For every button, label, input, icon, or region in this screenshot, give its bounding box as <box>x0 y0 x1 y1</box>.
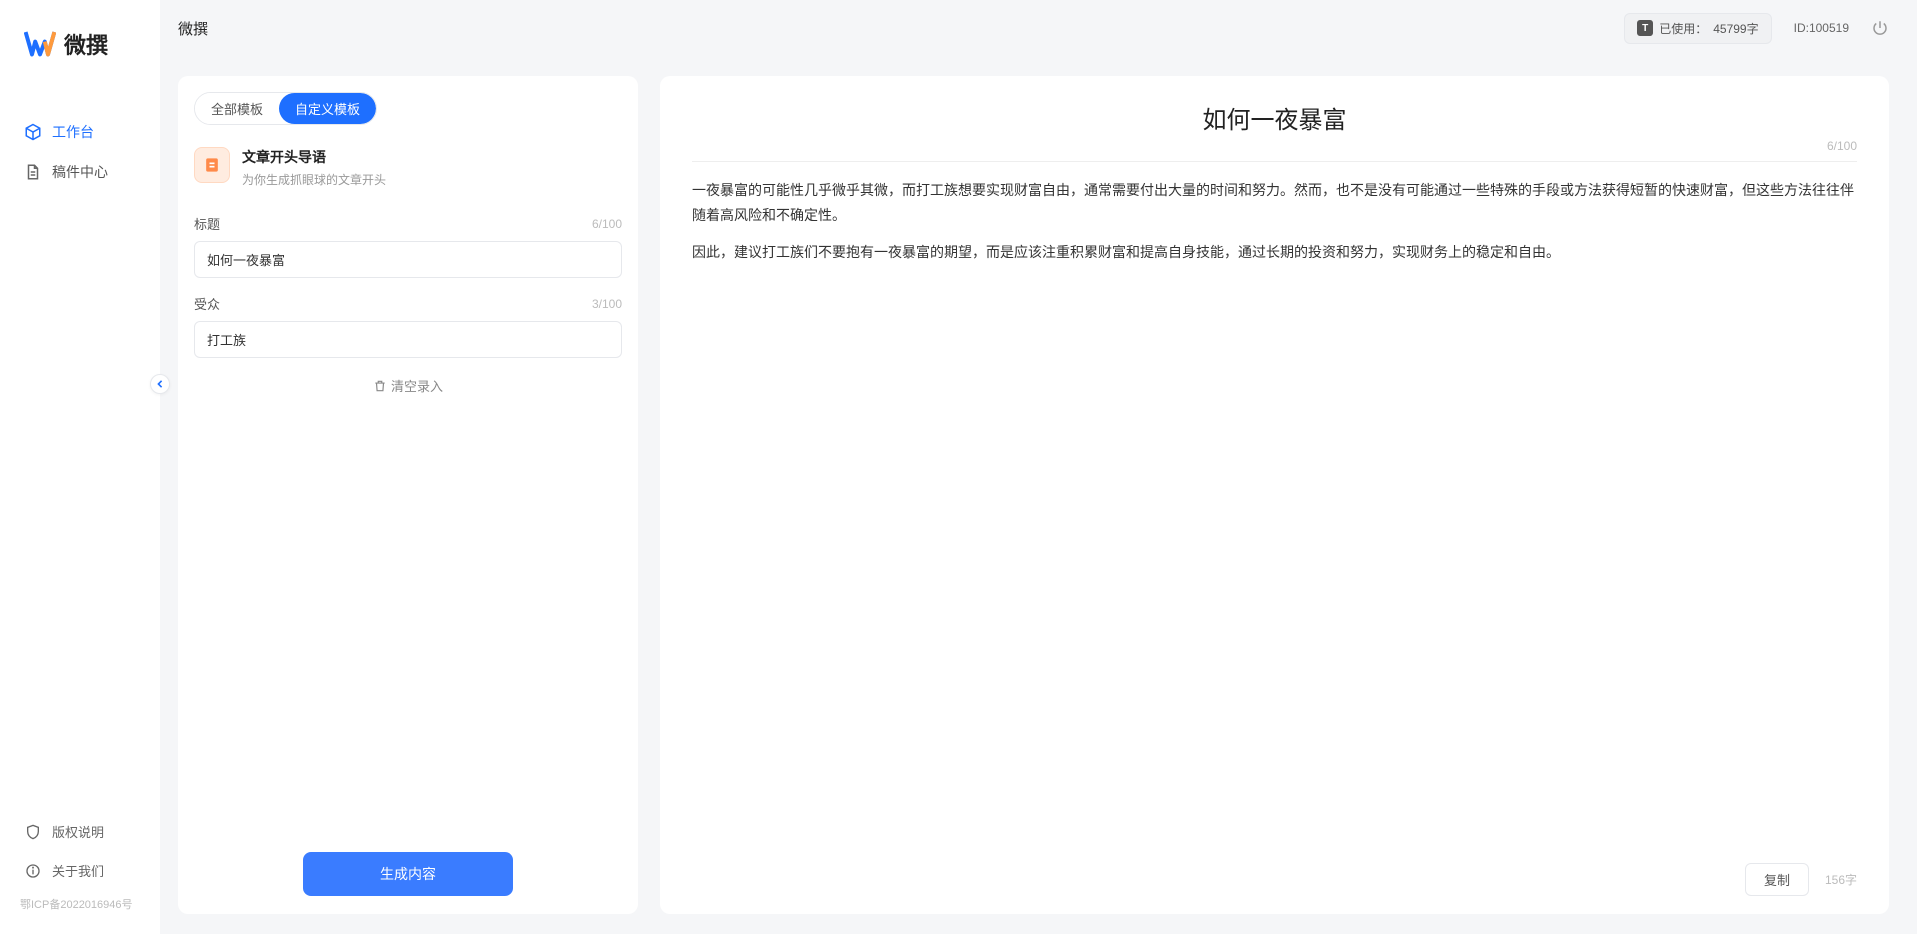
doc-paragraph: 一夜暴富的可能性几乎微乎其微，而打工族想要实现财富自由，通常需要付出大量的时间和… <box>692 178 1857 228</box>
sidebar: 微撰 工作台 稿件中心 版权说明 <box>0 0 160 934</box>
user-id: ID:100519 <box>1794 21 1849 35</box>
sidebar-nav: 工作台 稿件中心 <box>0 100 160 812</box>
trash-icon <box>373 379 387 393</box>
audience-input[interactable] <box>194 321 622 358</box>
usage-pill[interactable]: T 已使用： 45799字 <box>1624 13 1771 44</box>
sidebar-item-drafts[interactable]: 稿件中心 <box>0 152 160 192</box>
sidebar-item-label: 版权说明 <box>52 822 104 841</box>
doc-body: 一夜暴富的可能性几乎微乎其微，而打工族想要实现财富自由，通常需要付出大量的时间和… <box>692 178 1857 853</box>
audience-counter: 3/100 <box>592 297 622 311</box>
power-icon <box>1871 19 1889 37</box>
right-panel: 如何一夜暴富 6/100 一夜暴富的可能性几乎微乎其微，而打工族想要实现财富自由… <box>660 76 1889 914</box>
file-icon <box>202 155 222 175</box>
title-label: 标题 <box>194 214 220 233</box>
title-input[interactable] <box>194 241 622 278</box>
copy-button[interactable]: 复制 <box>1745 863 1809 896</box>
page-title: 微撰 <box>178 18 208 39</box>
document-icon <box>24 163 42 181</box>
generate-button[interactable]: 生成内容 <box>303 852 513 896</box>
sidebar-item-workbench[interactable]: 工作台 <box>0 112 160 152</box>
usage-value: 45799字 <box>1713 20 1758 37</box>
template-icon <box>194 147 230 183</box>
doc-title: 如何一夜暴富 <box>692 100 1857 135</box>
logo-icon <box>24 30 56 58</box>
header: 微撰 T 已使用： 45799字 ID:100519 <box>160 0 1917 56</box>
tab-custom-template[interactable]: 自定义模板 <box>279 93 376 124</box>
sidebar-collapse-toggle[interactable] <box>150 374 170 394</box>
usage-label: 已使用： <box>1659 20 1707 37</box>
template-title: 文章开头导语 <box>242 147 386 167</box>
tab-all-templates[interactable]: 全部模板 <box>195 93 279 124</box>
logo-text: 微撰 <box>64 28 108 60</box>
sidebar-item-about[interactable]: 关于我们 <box>0 851 160 890</box>
audience-label: 受众 <box>194 294 220 313</box>
text-icon: T <box>1637 20 1653 36</box>
clear-input-link[interactable]: 清空录入 <box>194 376 622 395</box>
word-count: 156字 <box>1825 871 1857 888</box>
sidebar-item-label: 关于我们 <box>52 861 104 880</box>
sidebar-item-label: 工作台 <box>52 122 94 142</box>
chevron-left-icon <box>156 380 164 388</box>
sidebar-item-copyright[interactable]: 版权说明 <box>0 812 160 851</box>
title-counter: 6/100 <box>592 217 622 231</box>
left-panel: 全部模板 自定义模板 文章开头导语 为你生成抓眼球的文章开头 标题 <box>178 76 638 914</box>
sidebar-bottom: 版权说明 关于我们 鄂ICP备2022016946号 <box>0 812 160 934</box>
power-button[interactable] <box>1871 19 1889 37</box>
sidebar-item-label: 稿件中心 <box>52 162 108 182</box>
cube-icon <box>24 123 42 141</box>
template-desc: 为你生成抓眼球的文章开头 <box>242 171 386 188</box>
doc-paragraph: 因此，建议打工族们不要抱有一夜暴富的期望，而是应该注重积累财富和提高自身技能，通… <box>692 240 1857 265</box>
logo: 微撰 <box>0 28 160 100</box>
doc-title-counter: 6/100 <box>692 139 1857 153</box>
info-icon <box>24 862 42 880</box>
shield-icon <box>24 823 42 841</box>
template-card: 文章开头导语 为你生成抓眼球的文章开头 <box>178 139 638 206</box>
icp-text: 鄂ICP备2022016946号 <box>0 890 160 922</box>
template-tabs: 全部模板 自定义模板 <box>194 92 377 125</box>
